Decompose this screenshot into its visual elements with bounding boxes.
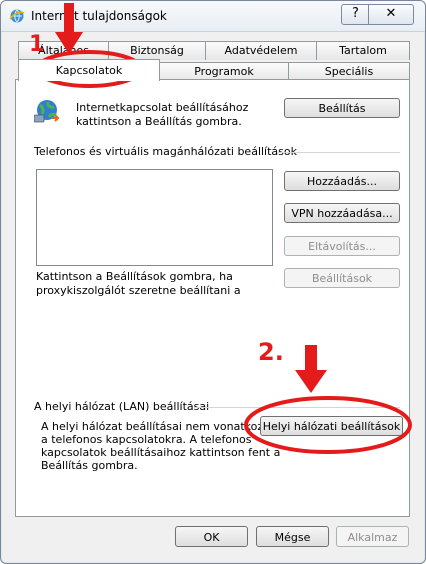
window-title: Internet tulajdonságok [31, 9, 167, 23]
settings-button[interactable]: Beállítások [284, 268, 400, 288]
setup-button[interactable]: Beállítás [284, 98, 400, 118]
proxy-text-line-2: proxykiszolgálót szeretne beállítani a [36, 284, 241, 297]
lan-text-line-4: Beállítás gombra. [41, 459, 138, 472]
setup-description: Internetkapcsolat beállításához kattints… [76, 101, 249, 128]
remove-button[interactable]: Eltávolítás... [284, 236, 400, 256]
tab-kapcsolatok[interactable]: Kapcsolatok [18, 59, 160, 81]
cancel-button[interactable]: Mégse [256, 526, 329, 547]
connections-list[interactable] [36, 169, 273, 266]
step-1-label: 1 [29, 32, 45, 57]
internet-explorer-icon [9, 9, 25, 23]
lan-text-line-1: A helyi hálózat beállításai nem vonatkoz… [41, 420, 277, 433]
tab-adatvedelem[interactable]: Adatvédelem [205, 41, 317, 60]
step-2-label: 2. [258, 338, 284, 366]
proxy-text-line-1: Kattintson a Beállítások gombra, ha [36, 270, 233, 283]
close-button[interactable]: ✕ [368, 4, 414, 25]
add-vpn-button[interactable]: VPN hozzáadása... [284, 203, 400, 223]
tab-biztonsag[interactable]: Biztonság [108, 41, 206, 60]
add-button[interactable]: Hozzáadás... [284, 171, 400, 191]
lan-text-line-3: kapcsolatok beállításaihoz kattintson fe… [41, 446, 281, 459]
ok-button[interactable]: OK [175, 526, 248, 547]
close-icon: ✕ [385, 6, 397, 21]
connections-panel: Internetkapcsolat beállításához kattints… [15, 79, 410, 517]
network-globe-icon [34, 100, 60, 123]
lan-section-header: A helyi hálózat (LAN) beállításai [34, 400, 210, 413]
vpn-header-divider [278, 152, 400, 153]
apply-button[interactable]: Alkalmaz [336, 526, 409, 547]
lan-text-line-2: a telefonos kapcsolatokra. A telefonos [41, 433, 252, 446]
title-bar[interactable]: Internet tulajdonságok ? ✕ [1, 1, 425, 32]
help-button[interactable]: ? [341, 4, 370, 25]
tab-tartalom[interactable]: Tartalom [316, 41, 410, 60]
vpn-section-header: Telefonos és virtuális magánhálózati beá… [34, 145, 297, 158]
internet-properties-dialog: Internet tulajdonságok ? ✕ Általános Biz… [0, 0, 426, 564]
lan-settings-button[interactable]: Helyi hálózati beállítások [260, 416, 403, 436]
lan-header-divider [194, 407, 400, 408]
